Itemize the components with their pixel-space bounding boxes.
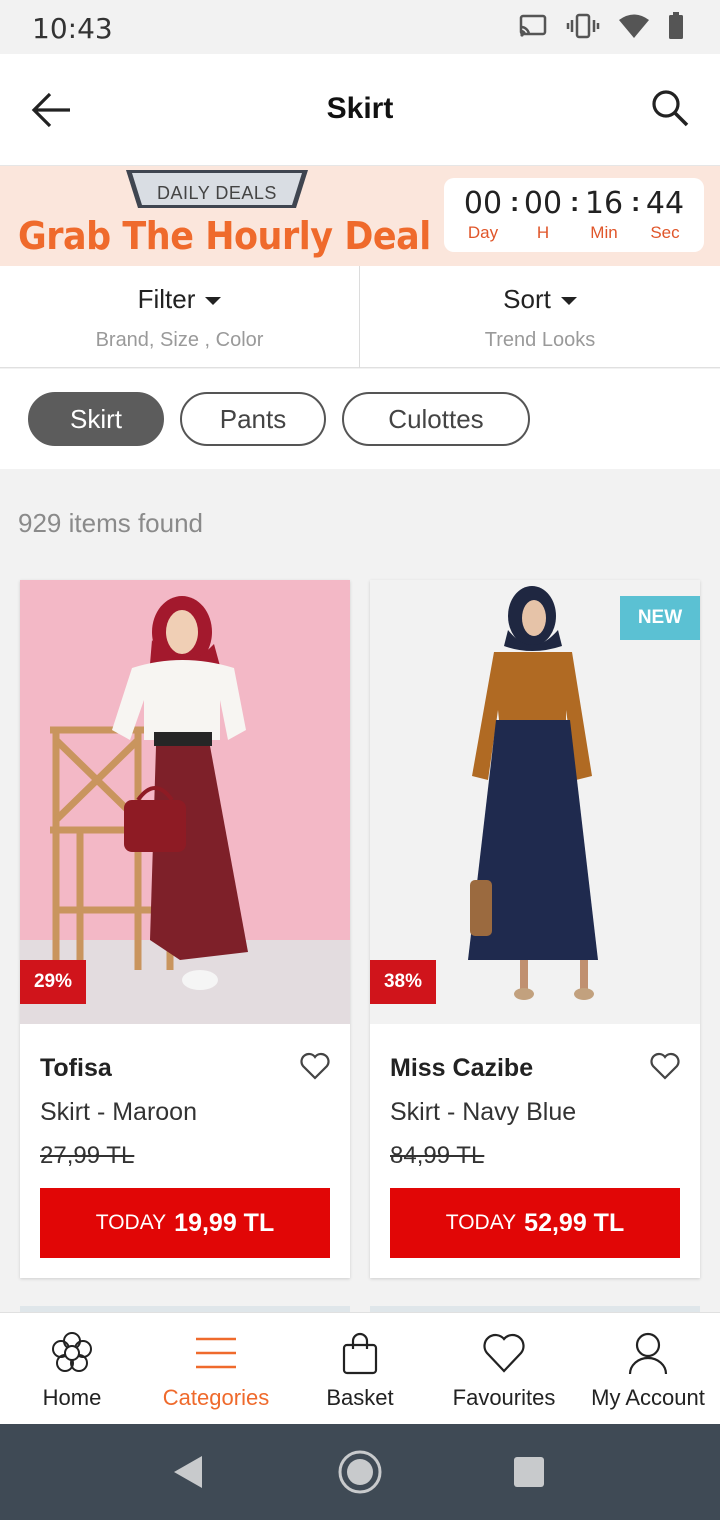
caret-down-icon	[205, 297, 222, 306]
user-icon	[626, 1331, 670, 1375]
page-title: Skirt	[326, 92, 394, 125]
heart-icon[interactable]	[300, 1052, 330, 1080]
today-price-button[interactable]: TODAY 19,99 TL	[40, 1188, 330, 1258]
heart-icon[interactable]	[650, 1052, 680, 1080]
chip-skirt[interactable]: Skirt	[28, 392, 164, 446]
product-image[interactable]	[370, 580, 700, 1024]
tab-favourites[interactable]: Favourites	[432, 1313, 576, 1425]
old-price: 84,99 TL	[390, 1142, 485, 1169]
daily-deal-banner[interactable]: DAILY DEALS Grab The Hourly Deal 00 Day :…	[0, 166, 720, 266]
app-header: Skirt	[0, 54, 720, 166]
discount-badge: 38%	[370, 960, 436, 1004]
product-name: Skirt - Maroon	[40, 1098, 197, 1126]
bottom-tab-bar: Home Categories Basket Favourites My Acc…	[0, 1312, 720, 1424]
menu-lines-icon	[194, 1331, 238, 1375]
search-icon[interactable]	[650, 88, 690, 128]
product-card[interactable]: 29% Tofisa Skirt - Maroon 27,99 TL TODAY…	[20, 580, 350, 1278]
results-count: 929 items found	[18, 508, 204, 538]
vibrate-icon	[566, 13, 600, 44]
daily-deals-tag: DAILY DEALS	[124, 168, 310, 210]
product-card[interactable]: NEW 38% Miss Cazibe Skirt - Navy Blue 84…	[370, 580, 700, 1278]
tab-my-account[interactable]: My Account	[576, 1313, 720, 1425]
filter-sort-bar: Filter Brand, Size , Color Sort Trend Lo…	[0, 266, 720, 368]
filter-button[interactable]: Filter Brand, Size , Color	[0, 266, 360, 368]
chip-culottes[interactable]: Culottes	[342, 392, 530, 446]
nav-recents-icon[interactable]	[514, 1457, 544, 1487]
nav-home-icon[interactable]	[338, 1450, 382, 1494]
battery-icon	[668, 12, 684, 45]
tab-basket[interactable]: Basket	[288, 1313, 432, 1425]
deal-headline: Grab The Hourly Deal	[18, 214, 431, 258]
sort-subtitle: Trend Looks	[484, 329, 596, 351]
sort-button[interactable]: Sort Trend Looks	[360, 266, 720, 368]
old-price: 27,99 TL	[40, 1142, 135, 1169]
caret-down-icon	[560, 297, 577, 306]
wifi-icon	[618, 13, 650, 44]
today-price-button[interactable]: TODAY 52,99 TL	[390, 1188, 680, 1258]
cast-icon	[518, 13, 548, 44]
product-name: Skirt - Navy Blue	[390, 1098, 577, 1126]
chip-pants[interactable]: Pants	[180, 392, 326, 446]
nav-back-icon[interactable]	[174, 1456, 202, 1488]
product-image[interactable]	[20, 580, 350, 1024]
product-brand: Miss Cazibe	[390, 1054, 534, 1082]
category-chips: Skirt Pants Culottes	[0, 369, 720, 469]
system-nav-bar	[0, 1424, 720, 1520]
product-brand: Tofisa	[40, 1054, 112, 1082]
countdown-timer: 00 Day : 00 H : 16 Min : 44 Sec	[444, 178, 704, 252]
status-time: 10:43	[32, 12, 113, 45]
shopping-bag-icon	[338, 1331, 382, 1375]
discount-badge: 29%	[20, 960, 86, 1004]
status-bar: 10:43	[0, 0, 720, 54]
flower-icon	[50, 1331, 94, 1375]
heart-icon	[482, 1331, 526, 1375]
tab-home[interactable]: Home	[0, 1313, 144, 1425]
tab-categories[interactable]: Categories	[144, 1313, 288, 1425]
filter-subtitle: Brand, Size , Color	[95, 329, 264, 351]
new-badge: NEW	[620, 596, 700, 640]
